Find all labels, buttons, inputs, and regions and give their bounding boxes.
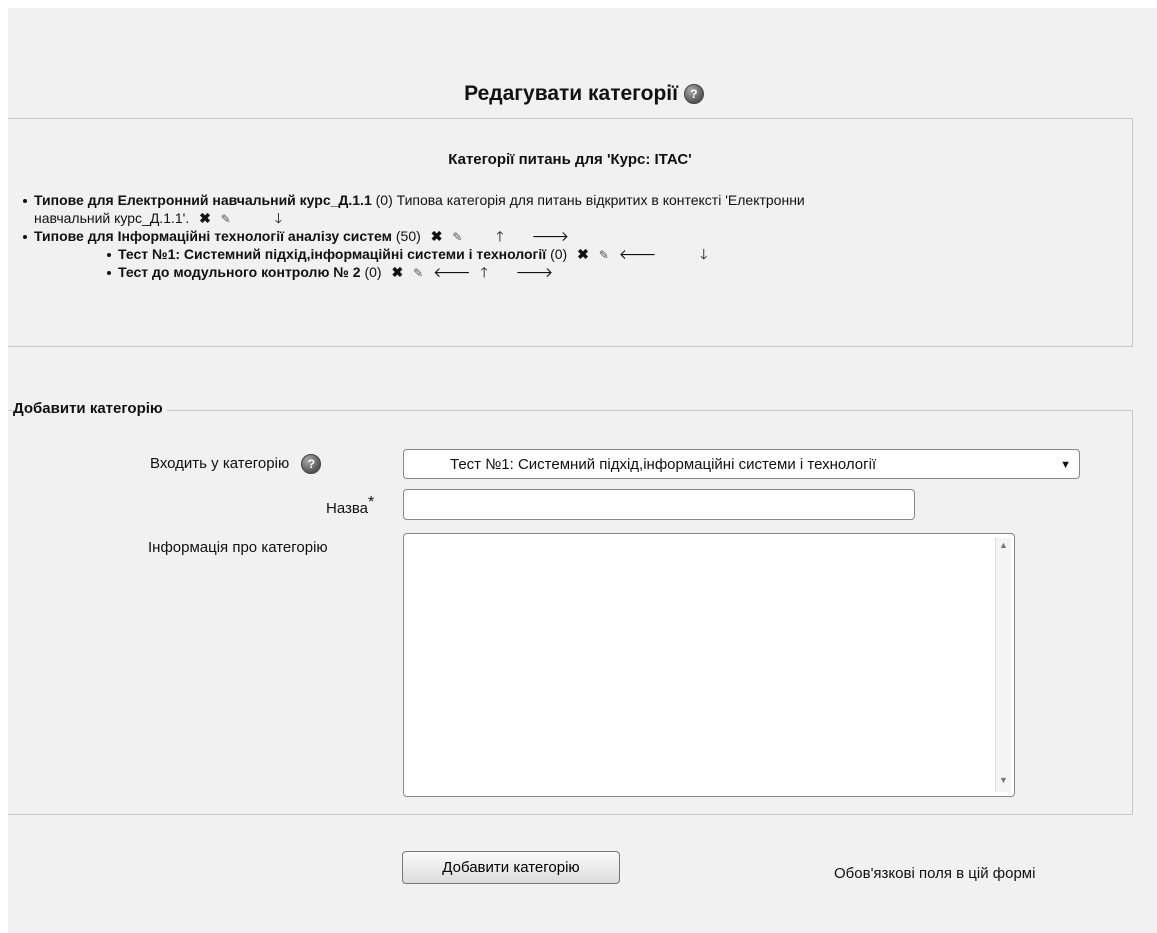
info-label: Інформація про категорію: [148, 539, 328, 556]
page-heading: Редагувати категорії ?: [8, 82, 1157, 106]
category-count: (0): [550, 246, 568, 262]
arrow-left-icon[interactable]: 🡐: [619, 245, 657, 263]
scroll-down-icon[interactable]: ▼: [996, 775, 1011, 790]
category-item-cont: навчальний курс_Д.1.1'. ✖ ✎ 🡓: [34, 209, 282, 228]
info-textarea[interactable]: ▲ ▼: [403, 533, 1015, 797]
arrow-down-icon[interactable]: 🡓: [275, 209, 282, 227]
delete-icon[interactable]: ✖: [391, 263, 403, 281]
parent-category-label: Входить у категорію ?: [150, 454, 322, 474]
bullet: [107, 253, 111, 258]
add-category-legend: Добавити категорію: [13, 400, 167, 417]
category-name: Типове для Інформаційні технології аналі…: [34, 228, 392, 244]
category-item: Типове для Електронний навчальний курс_Д…: [23, 191, 805, 209]
category-item: Типове для Інформаційні технології аналі…: [23, 227, 569, 246]
delete-icon[interactable]: ✖: [199, 209, 211, 227]
bullet: [23, 199, 27, 204]
bullet: [23, 235, 27, 240]
arrow-up-icon[interactable]: 🡑: [481, 263, 488, 281]
delete-icon[interactable]: ✖: [431, 227, 443, 245]
arrow-up-icon[interactable]: 🡑: [496, 227, 503, 245]
arrow-left-icon[interactable]: 🡐: [433, 263, 471, 281]
bullet: [107, 271, 111, 276]
name-label: Назва*: [326, 494, 374, 517]
question-help-icon[interactable]: ?: [683, 84, 704, 105]
page: Редагувати категорії ? Категорії питань …: [8, 8, 1157, 933]
category-name: Тест до модульного контролю № 2: [118, 264, 361, 280]
arrow-right-icon[interactable]: 🡒: [516, 263, 554, 281]
delete-icon[interactable]: ✖: [577, 245, 589, 263]
parent-category-value: Тест №1: Системний підхід,інформаційні с…: [450, 456, 877, 473]
category-count: (0): [364, 264, 382, 280]
categories-box: Категорії питань для 'Курс: ІТАС' Типове…: [8, 118, 1133, 347]
chevron-down-icon: ▼: [1060, 459, 1071, 471]
category-name: Тест №1: Системний підхід,інформаційні с…: [118, 246, 547, 262]
edit-icon[interactable]: ✎: [413, 264, 423, 282]
scroll-up-icon[interactable]: ▲: [996, 540, 1011, 555]
add-category-button[interactable]: Добавити категорію: [402, 851, 620, 884]
category-description-cont: навчальний курс_Д.1.1'.: [34, 210, 190, 226]
required-asterisk: *: [368, 494, 375, 511]
category-count: (50): [395, 228, 421, 244]
category-child-item: Тест до модульного контролю № 2 (0) ✖ ✎ …: [107, 263, 553, 282]
question-help-icon[interactable]: ?: [301, 454, 322, 474]
arrow-down-icon[interactable]: 🡓: [700, 245, 707, 263]
category-description: Типова категорія для питань відкритих в …: [396, 192, 805, 208]
parent-category-select[interactable]: Тест №1: Системний підхід,інформаційні с…: [403, 449, 1080, 479]
parent-category-label-text: Входить у категорію: [150, 454, 290, 472]
category-child-item: Тест №1: Системний підхід,інформаційні с…: [107, 245, 707, 264]
required-fields-note: Обов'язкові поля в цій формі: [834, 865, 1036, 882]
name-label-text: Назва: [326, 500, 369, 517]
arrow-right-icon[interactable]: 🡒: [531, 227, 569, 245]
category-name: Типове для Електронний навчальний курс_Д…: [34, 192, 372, 208]
categories-title: Категорії питань для 'Курс: ІТАС': [448, 151, 692, 168]
textarea-scrollbar[interactable]: ▲ ▼: [995, 538, 1011, 792]
page-title: Редагувати категорії: [464, 82, 679, 105]
name-input[interactable]: [403, 489, 915, 520]
edit-icon[interactable]: ✎: [599, 246, 609, 264]
category-count: (0): [375, 192, 393, 208]
edit-icon[interactable]: ✎: [452, 228, 462, 246]
edit-icon[interactable]: ✎: [221, 210, 231, 228]
